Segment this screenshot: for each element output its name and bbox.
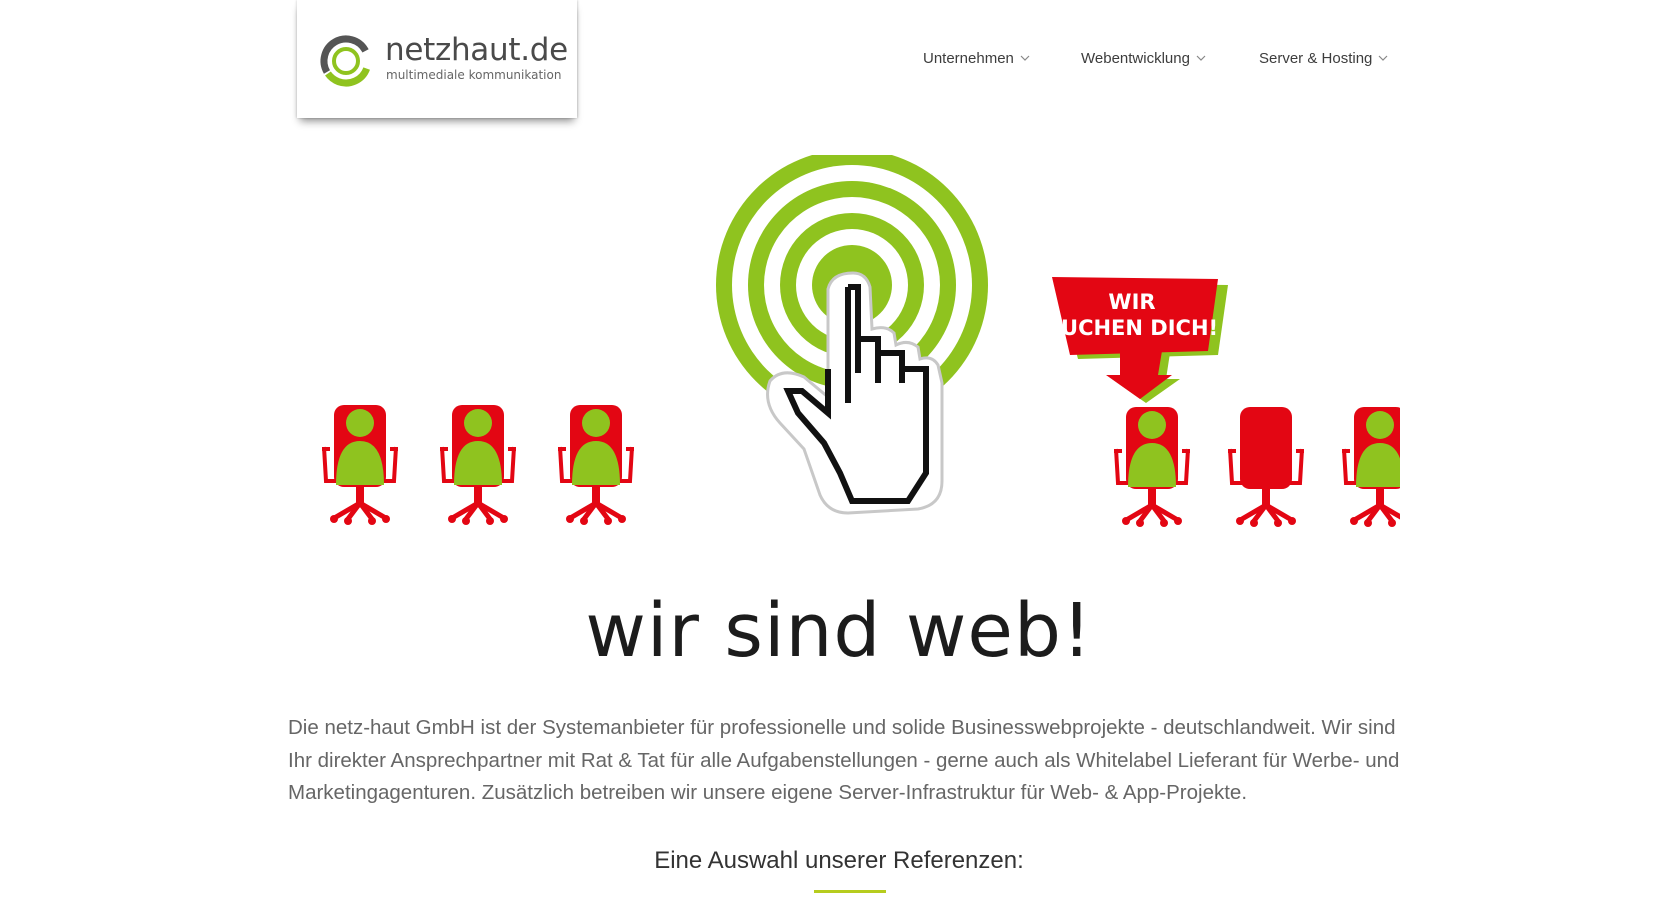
- job-badge: WIR SUCHEN DICH!: [1046, 277, 1228, 403]
- chevron-down-icon: [1196, 55, 1206, 61]
- occupied-chair-icon: [1114, 407, 1190, 527]
- nav-label: Unternehmen: [923, 50, 1014, 67]
- occupied-chair-icon: [558, 405, 634, 525]
- chevron-down-icon: [1378, 55, 1388, 61]
- nav-item-webentwicklung[interactable]: Webentwicklung: [1081, 50, 1206, 67]
- chevron-down-icon: [1020, 55, 1030, 61]
- main-nav: Unternehmen Webentwicklung Server & Host…: [0, 50, 1678, 72]
- nav-label: Server & Hosting: [1259, 50, 1373, 67]
- occupied-chair-icon: [440, 405, 516, 525]
- references-title: Eine Auswahl unserer Referenzen:: [654, 847, 1024, 874]
- empty-chair-icon: [1228, 407, 1304, 527]
- badge-line1: WIR: [1108, 290, 1155, 314]
- hero-tagline: wir sind web!: [585, 588, 1093, 674]
- occupied-chair-icon: [1342, 407, 1400, 527]
- nav-item-unternehmen[interactable]: Unternehmen: [923, 50, 1030, 67]
- title-underline: [814, 890, 886, 893]
- occupied-chair-icon: [322, 405, 398, 525]
- badge-line2: SUCHEN DICH!: [1046, 316, 1218, 340]
- intro-text: Die netz-haut GmbH ist der Systemanbiete…: [288, 716, 1400, 804]
- nav-item-server-hosting[interactable]: Server & Hosting: [1259, 50, 1388, 67]
- nav-label: Webentwicklung: [1081, 50, 1190, 67]
